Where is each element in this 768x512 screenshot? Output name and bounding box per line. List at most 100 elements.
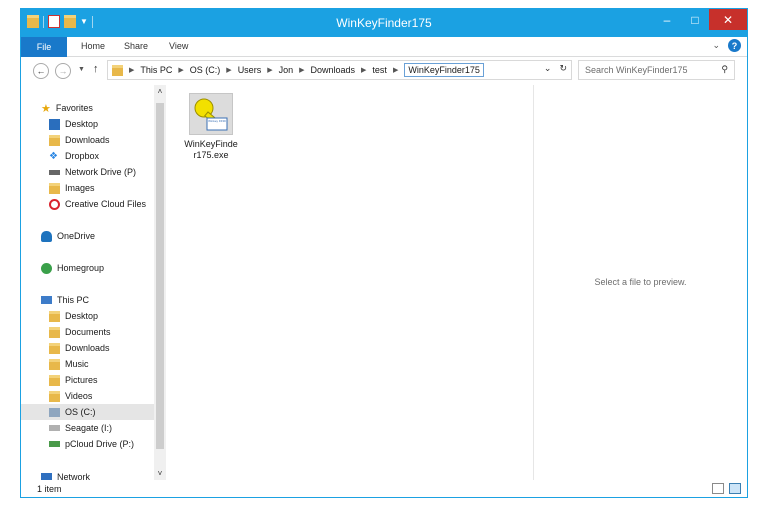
nav-pc-os-c[interactable]: OS (C:)	[21, 404, 154, 420]
nav-fav-creative-cloud[interactable]: Creative Cloud Files	[49, 196, 167, 212]
nav-item-label: Seagate (I:)	[65, 423, 113, 433]
maximize-button[interactable]: □	[681, 9, 709, 30]
breadcrumb-test[interactable]: test	[372, 65, 387, 75]
nav-pc-music[interactable]: Music	[49, 356, 167, 372]
nav-item-label: OneDrive	[57, 231, 96, 241]
nav-fav-network-drive[interactable]: Network Drive (P)	[49, 164, 167, 180]
breadcrumb-current[interactable]: WinKeyFinder175	[404, 63, 484, 77]
ribbon-tabs: File Home Share View ⌄ ?	[21, 37, 747, 57]
navigation-pane: ★ Favorites Desktop Downloads ❖ Dropbox …	[21, 85, 167, 480]
computer-icon	[41, 296, 52, 304]
chevron-right-icon[interactable]: ▶	[178, 66, 183, 74]
help-icon[interactable]: ?	[728, 39, 741, 52]
nav-item-label: Music	[65, 359, 89, 369]
breadcrumb-users[interactable]: Users	[238, 65, 262, 75]
item-count: 1 item	[37, 484, 62, 494]
chevron-right-icon[interactable]: ▶	[267, 66, 272, 74]
nav-pc-documents[interactable]: Documents	[49, 324, 167, 340]
tab-home[interactable]: Home	[81, 41, 105, 51]
nav-pc-pictures[interactable]: Pictures	[49, 372, 167, 388]
nav-item-label: Network Drive (P)	[65, 167, 137, 177]
folder-icon	[49, 182, 60, 194]
forward-button[interactable]: →	[55, 63, 71, 79]
nav-pc-videos[interactable]: Videos	[49, 388, 167, 404]
search-input[interactable]: Search WinKeyFinder175 ⚲	[578, 60, 735, 80]
breadcrumb-jon[interactable]: Jon	[279, 65, 294, 75]
nav-item-label: pCloud Drive (P:)	[65, 439, 135, 449]
nav-this-pc[interactable]: This PC	[41, 292, 167, 308]
nav-homegroup[interactable]: Homegroup	[41, 260, 167, 276]
close-button[interactable]: ✕	[709, 9, 747, 30]
address-history-dropdown-icon[interactable]: ⌄	[544, 63, 552, 74]
app-badge-text: Winkey FIND	[208, 119, 226, 123]
nav-pc-downloads[interactable]: Downloads	[49, 340, 167, 356]
file-item[interactable]: Winkey FIND WinKeyFinder175.exe	[184, 93, 238, 161]
documents-folder-icon	[49, 326, 60, 338]
tab-view[interactable]: View	[169, 41, 188, 51]
nav-item-label: OS (C:)	[65, 407, 96, 417]
minimize-button[interactable]: –	[653, 9, 681, 30]
tab-share[interactable]: Share	[124, 41, 148, 51]
nav-item-label: Downloads	[65, 135, 110, 145]
chevron-right-icon[interactable]: ▶	[299, 66, 304, 74]
back-button[interactable]: ←	[33, 63, 49, 79]
breadcrumb-this-pc[interactable]: This PC	[140, 65, 172, 75]
nav-item-label: Creative Cloud Files	[65, 199, 147, 209]
key-icon	[194, 98, 228, 131]
downloads-folder-icon	[49, 342, 60, 354]
breadcrumb-downloads[interactable]: Downloads	[311, 65, 356, 75]
folder-icon	[112, 64, 123, 76]
explorer-window: ▼ WinKeyFinder175 – □ ✕ File Home Share …	[20, 8, 748, 498]
nav-fav-desktop[interactable]: Desktop	[49, 116, 167, 132]
nav-item-label: Desktop	[65, 311, 99, 321]
nav-item-label: Downloads	[65, 343, 110, 353]
nav-item-label: Pictures	[65, 375, 98, 385]
nav-fav-dropbox[interactable]: ❖ Dropbox	[49, 148, 167, 164]
external-drive-icon	[49, 425, 60, 431]
file-name: WinKeyFinder175.exe	[184, 139, 238, 160]
window-title: WinKeyFinder175	[336, 16, 432, 30]
chevron-right-icon[interactable]: ▶	[361, 66, 366, 74]
details-view-icon[interactable]	[712, 483, 724, 494]
dropbox-icon: ❖	[49, 150, 58, 162]
nav-onedrive[interactable]: OneDrive	[41, 228, 167, 244]
tab-file[interactable]: File	[21, 37, 67, 57]
pictures-folder-icon	[49, 374, 60, 386]
network-drive-icon	[49, 169, 60, 175]
downloads-folder-icon	[49, 134, 60, 146]
nav-pc-pcloud[interactable]: pCloud Drive (P:)	[49, 436, 167, 452]
nav-pc-seagate[interactable]: Seagate (I:)	[49, 420, 167, 436]
address-bar[interactable]: ▶ This PC ▶ OS (C:) ▶ Users ▶ Jon ▶ Down…	[107, 60, 572, 80]
nav-network[interactable]: Network	[41, 469, 167, 480]
navigation-bar: ← → ▼ ↑ ▶ This PC ▶ OS (C:) ▶ Users ▶ Jo…	[21, 57, 747, 85]
nav-item-label: Homegroup	[57, 263, 105, 273]
nav-scrollbar[interactable]: ˄ ˅	[154, 85, 166, 480]
nav-fav-images[interactable]: Images	[49, 180, 167, 196]
scrollbar-thumb[interactable]	[156, 103, 164, 449]
large-icons-view-icon[interactable]	[729, 483, 741, 494]
nav-fav-downloads[interactable]: Downloads	[49, 132, 167, 148]
title-bar[interactable]: ▼ WinKeyFinder175 – □ ✕	[21, 9, 747, 37]
star-icon: ★	[41, 102, 51, 115]
breadcrumb-os-c[interactable]: OS (C:)	[190, 65, 221, 75]
desktop-folder-icon	[49, 310, 60, 322]
file-list[interactable]: Winkey FIND WinKeyFinder175.exe	[168, 85, 533, 480]
up-arrow-icon[interactable]: ↑	[93, 63, 99, 75]
key-app-icon: Winkey FIND	[189, 93, 233, 135]
chevron-right-icon[interactable]: ▶	[226, 66, 231, 74]
search-icon[interactable]: ⚲	[721, 64, 728, 75]
chevron-right-icon[interactable]: ▶	[129, 66, 134, 74]
music-folder-icon	[49, 358, 60, 370]
chevron-right-icon[interactable]: ▶	[393, 66, 398, 74]
nav-favorites-label: Favorites	[55, 103, 93, 113]
refresh-icon[interactable]: ↻	[559, 63, 567, 74]
nav-pc-desktop[interactable]: Desktop	[49, 308, 167, 324]
nav-item-label: Desktop	[65, 119, 99, 129]
nav-item-label: Images	[65, 183, 95, 193]
preview-message: Select a file to preview.	[594, 277, 687, 287]
nav-favorites[interactable]: ★ Favorites	[41, 100, 167, 116]
recent-locations-dropdown-icon[interactable]: ▼	[78, 66, 85, 73]
scroll-down-arrow-icon[interactable]: ˅	[154, 469, 166, 478]
expand-ribbon-chevron-icon[interactable]: ⌄	[712, 40, 720, 51]
scroll-up-arrow-icon[interactable]: ˄	[154, 87, 166, 96]
